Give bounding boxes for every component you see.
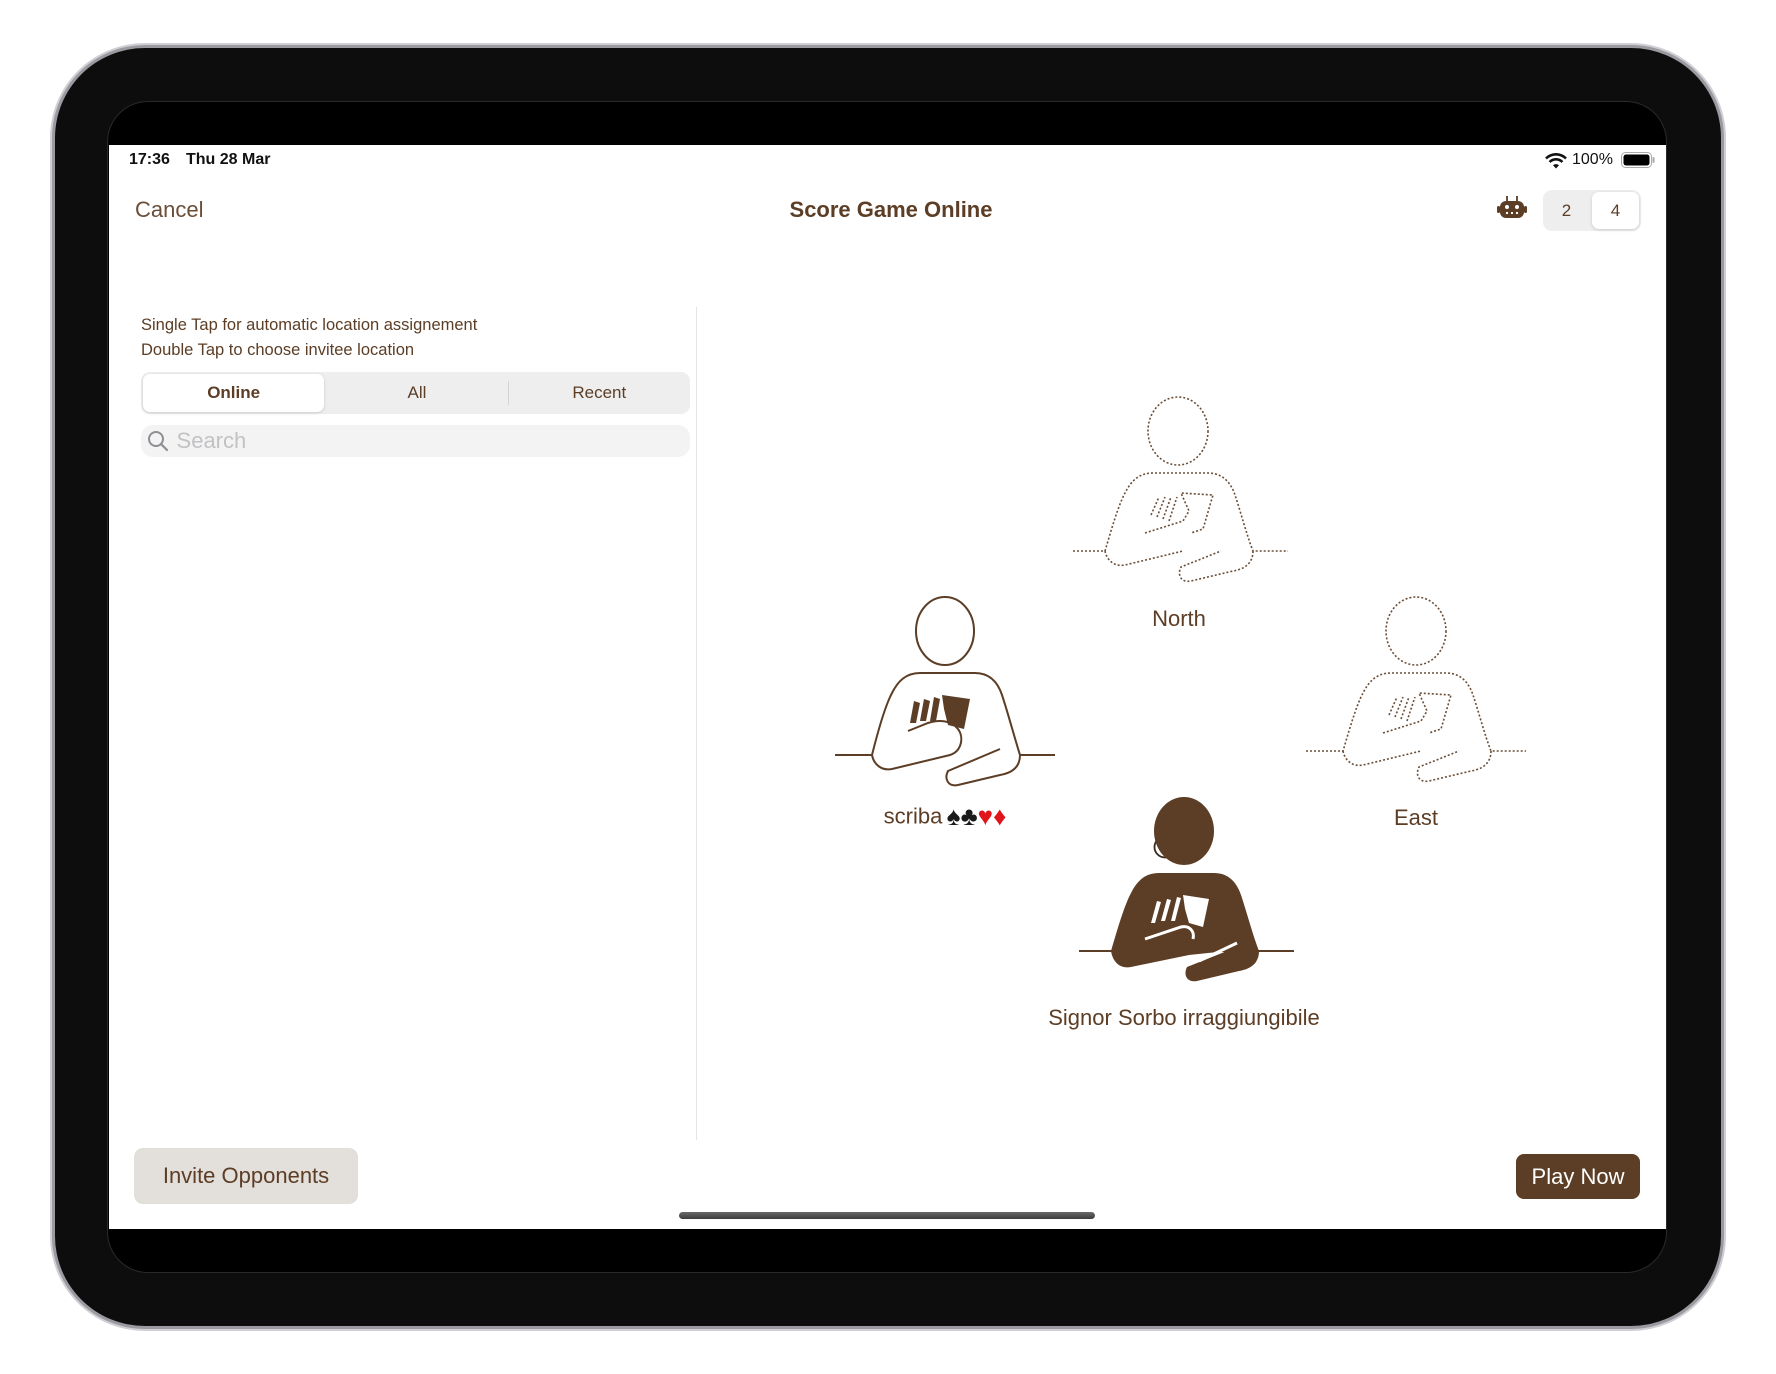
seat-north-label: North [1152, 606, 1206, 631]
tab-online[interactable]: Online [143, 374, 325, 412]
search-field[interactable] [141, 425, 690, 457]
spade-icon: ♠ [946, 801, 961, 831]
wifi-icon [1545, 153, 1567, 169]
instruction-double-tap: Double Tap to choose invitee location [141, 341, 415, 359]
empty-player-icon [1306, 596, 1526, 783]
seat-east-label: East [1393, 805, 1439, 830]
seat-north[interactable] [1063, 391, 1293, 591]
seat-west-label: scriba [883, 803, 943, 829]
instruction-single-tap: Single Tap for automatic location assign… [141, 316, 478, 334]
player-filled-icon [1079, 797, 1294, 982]
player-count-2[interactable]: 2 [1543, 192, 1590, 229]
tab-all[interactable]: All [326, 374, 507, 412]
seat-west-label-row: scriba ♠♣♥♦ [884, 801, 1007, 832]
search-input[interactable] [174, 427, 690, 455]
empty-player-icon [1073, 396, 1288, 583]
tab-recent[interactable]: Recent [509, 374, 690, 412]
page-title: Score Game Online [789, 197, 993, 222]
app-screen: 17:36 Thu 28 Mar 100% Cancel Score Game … [109, 145, 1666, 1229]
panel-divider [696, 307, 697, 1140]
seat-south[interactable] [1069, 791, 1299, 991]
club-icon: ♣ [960, 801, 978, 831]
battery-icon [1621, 152, 1655, 168]
player-outline-icon [835, 596, 1055, 787]
player-count-selector: 2 4 [1543, 190, 1641, 231]
heart-icon: ♥ [977, 801, 994, 831]
status-date: Thu 28 Mar [186, 151, 271, 168]
battery-percent: 100% [1572, 151, 1613, 168]
play-now-button[interactable]: Play Now [1516, 1154, 1640, 1199]
cancel-button[interactable]: Cancel [135, 197, 203, 223]
filter-tabs: Online All Recent [141, 372, 690, 414]
search-icon [141, 430, 175, 452]
status-time: 17:36 [129, 151, 170, 168]
seat-west[interactable] [830, 591, 1060, 791]
player-count-4[interactable]: 4 [1592, 192, 1639, 229]
home-indicator[interactable] [679, 1212, 1095, 1219]
seat-east[interactable] [1301, 591, 1531, 791]
instructions: Single Tap for automatic location assign… [141, 313, 477, 363]
seat-south-label: Signor Sorbo irraggiungibile [1048, 1005, 1320, 1030]
diamond-icon: ♦ [993, 801, 1007, 831]
robot-icon[interactable] [1497, 195, 1527, 221]
invite-opponents-button[interactable]: Invite Opponents [134, 1148, 358, 1204]
